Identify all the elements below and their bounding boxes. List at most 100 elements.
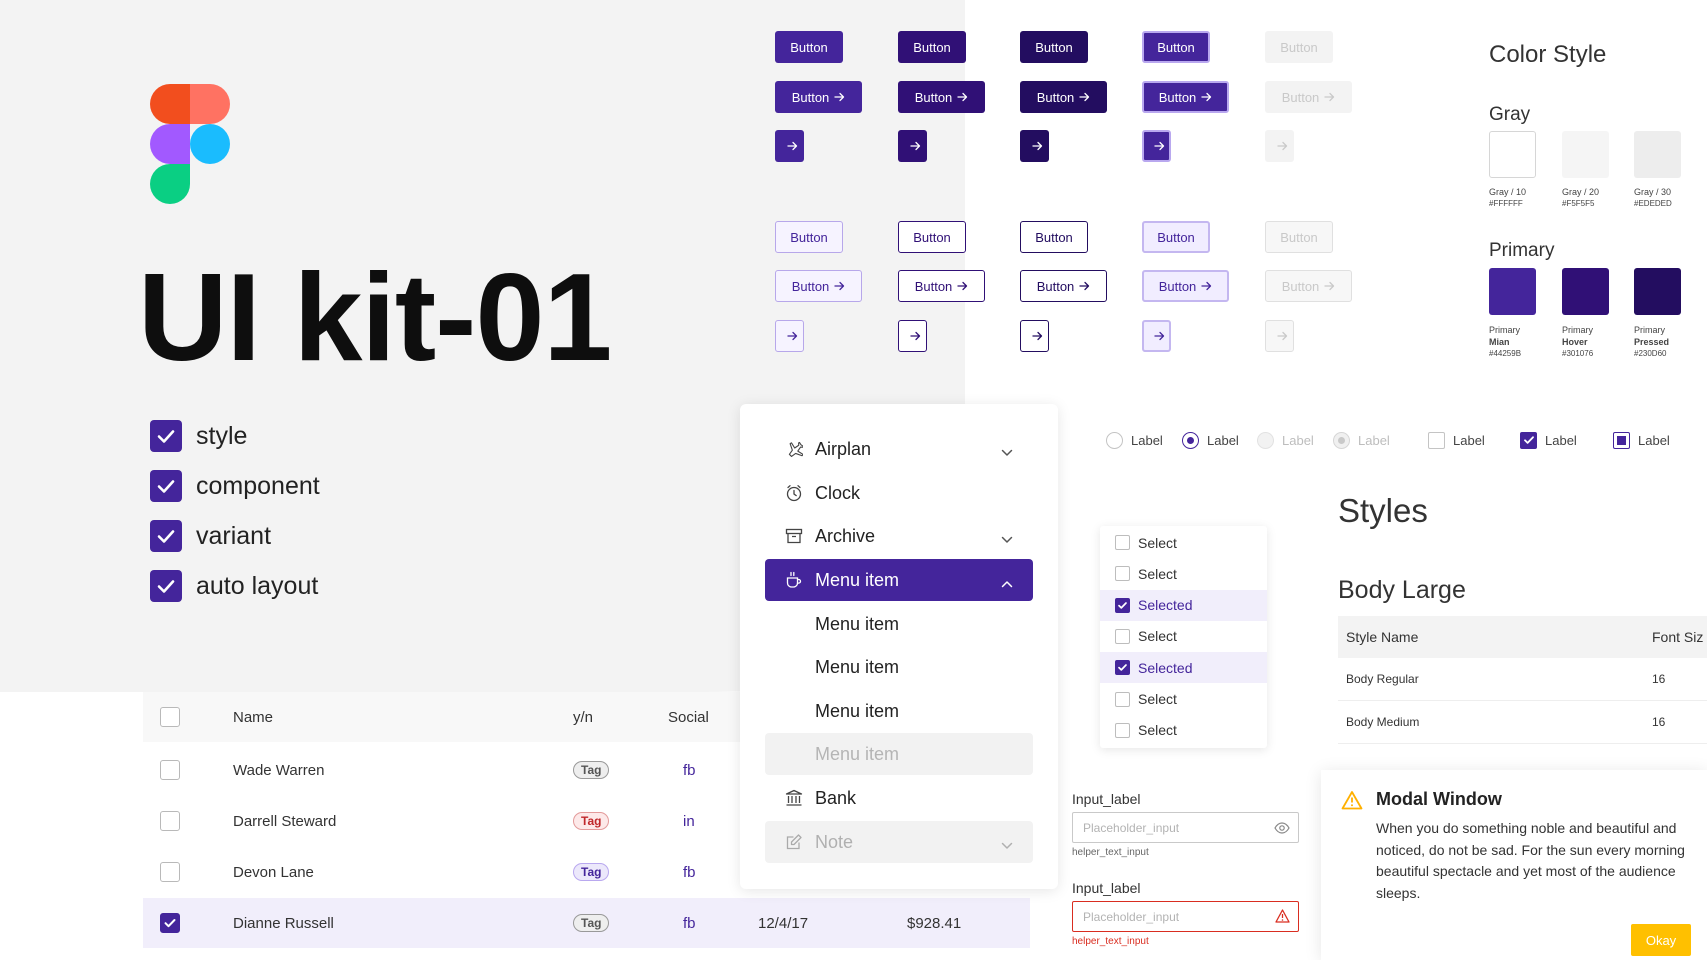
filled-button-pressed[interactable]: Button	[1020, 31, 1088, 63]
outline-icon-button-pressed[interactable]	[1020, 320, 1049, 352]
menu-item-bank[interactable]: Bank	[765, 777, 1033, 819]
filled-button-hover[interactable]: Button	[898, 31, 966, 63]
submenu-item[interactable]: Menu item	[765, 603, 1033, 645]
outline-button-hover[interactable]: Button	[898, 221, 966, 253]
cell-social-link[interactable]: fb	[668, 915, 758, 932]
button-label: Button	[790, 229, 828, 245]
table-row[interactable]: Dianne Russell Tag fb 12/4/17 $928.41	[143, 898, 1030, 948]
swatch-label: Gray / 30 #EDEDED	[1634, 187, 1672, 208]
filled-arrow-button-hover[interactable]: Button	[898, 81, 985, 113]
filled-button-focus[interactable]: Button	[1142, 31, 1210, 63]
styles-row: Body Regular 16	[1338, 658, 1707, 701]
arrow-right-icon	[1149, 141, 1165, 151]
menu-item-active[interactable]: Menu item	[765, 559, 1033, 601]
button-label: Button	[913, 229, 951, 245]
submenu-item[interactable]: Menu item	[765, 646, 1033, 688]
option-checkbox[interactable]	[1115, 597, 1130, 613]
select-option[interactable]: Select	[1100, 684, 1267, 715]
col-style-name: Style Name	[1346, 629, 1419, 645]
arrow-right-icon	[952, 281, 968, 291]
row-checkbox[interactable]	[160, 862, 180, 882]
check-icon	[150, 470, 182, 502]
button-label: Button	[1280, 229, 1318, 245]
filled-arrow-button-focus[interactable]: Button	[1142, 81, 1229, 113]
swatch-label: Gray / 20 #F5F5F5	[1562, 187, 1600, 208]
input-label: Input_label	[1072, 880, 1141, 896]
arrow-right-icon	[782, 331, 798, 341]
outline-arrow-button-focus[interactable]: Button	[1142, 270, 1229, 302]
radio-unchecked[interactable]: Label	[1106, 430, 1163, 450]
menu-item-airplan[interactable]: Airplan	[765, 428, 1033, 470]
feature-component: component	[150, 470, 320, 502]
outline-arrow-button-primary[interactable]: Button	[775, 270, 862, 302]
okay-button[interactable]: Okay	[1631, 924, 1691, 956]
row-checkbox[interactable]	[160, 760, 180, 780]
cell-name: Wade Warren	[233, 761, 325, 779]
select-option[interactable]: Select	[1100, 715, 1267, 746]
swatch-label: Primary Mian #44259B	[1489, 325, 1522, 358]
swatch-primary-pressed	[1634, 268, 1681, 315]
option-checkbox[interactable]	[1115, 691, 1130, 707]
outline-icon-button-focus[interactable]	[1142, 320, 1171, 352]
option-checkbox[interactable]	[1115, 660, 1130, 676]
cell-name: Darrell Steward	[233, 812, 337, 830]
outline-button-focus[interactable]: Button	[1142, 221, 1210, 253]
button-label: Button	[914, 89, 953, 105]
arrow-right-icon	[1319, 92, 1335, 102]
outline-button-pressed[interactable]: Button	[1020, 221, 1088, 253]
swatch-primary-hover	[1562, 268, 1609, 315]
col-font-size: Font Siz	[1652, 629, 1704, 645]
radio-checked[interactable]: Label	[1182, 430, 1239, 450]
status-badge: Tag	[573, 863, 610, 881]
submenu-item[interactable]: Menu item	[765, 690, 1033, 732]
button-label: Button	[913, 39, 951, 55]
select-option[interactable]: Select	[1100, 558, 1267, 589]
menu-item-label: Clock	[815, 482, 861, 503]
option-checkbox[interactable]	[1115, 535, 1130, 550]
checkbox-checked[interactable]: Label	[1520, 430, 1577, 450]
filled-arrow-button-primary[interactable]: Button	[775, 81, 862, 113]
check-icon	[150, 420, 182, 452]
text-input-error[interactable]: Placeholder_input	[1072, 901, 1299, 932]
eye-icon[interactable]	[1274, 821, 1290, 838]
filled-icon-button-hover[interactable]	[898, 130, 927, 162]
select-option[interactable]: Select	[1100, 527, 1267, 558]
button-label: Button	[1035, 39, 1073, 55]
select-option[interactable]: Selected	[1100, 652, 1267, 684]
filled-icon-button-pressed[interactable]	[1020, 130, 1049, 162]
filled-button-disabled: Button	[1265, 31, 1333, 63]
filled-arrow-button-pressed[interactable]: Button	[1020, 81, 1107, 113]
checkbox-unchecked[interactable]: Label	[1428, 430, 1485, 450]
helper-text-error: helper_text_input	[1072, 936, 1149, 947]
outline-arrow-button-pressed[interactable]: Button	[1020, 270, 1107, 302]
option-label: Selected	[1138, 659, 1193, 676]
outline-icon-button-primary[interactable]	[775, 320, 804, 352]
select-option[interactable]: Select	[1100, 621, 1267, 652]
cell-date: 12/4/17	[758, 914, 809, 932]
outline-arrow-button-hover[interactable]: Button	[898, 270, 985, 302]
text-input[interactable]: Placeholder_input	[1072, 812, 1299, 843]
row-checkbox[interactable]	[160, 913, 180, 933]
filled-icon-button-focus[interactable]	[1142, 130, 1171, 162]
arrow-right-icon	[905, 141, 921, 151]
col-yn: y/n	[573, 708, 594, 726]
button-label: Button	[1281, 278, 1320, 294]
row-checkbox[interactable]	[160, 811, 180, 831]
outline-icon-button-hover[interactable]	[898, 320, 927, 352]
outline-button-primary[interactable]: Button	[775, 221, 843, 253]
swatch-gray-20	[1562, 131, 1609, 178]
menu-item-archive[interactable]: Archive	[765, 515, 1033, 557]
col-social: Social	[668, 708, 709, 726]
menu-item-clock[interactable]: Clock	[765, 472, 1033, 514]
select-all-checkbox[interactable]	[160, 707, 180, 727]
styles-heading: Styles	[1338, 492, 1428, 529]
option-checkbox[interactable]	[1115, 628, 1130, 644]
filled-button-primary[interactable]: Button	[775, 31, 843, 63]
option-checkbox[interactable]	[1115, 566, 1130, 582]
outline-icon-button-disabled	[1265, 320, 1294, 352]
filled-icon-button-primary[interactable]	[775, 130, 804, 162]
button-label: Button	[1036, 89, 1075, 105]
option-checkbox[interactable]	[1115, 722, 1130, 738]
checkbox-indeterminate[interactable]: Label	[1613, 430, 1670, 450]
select-option[interactable]: Selected	[1100, 589, 1267, 621]
